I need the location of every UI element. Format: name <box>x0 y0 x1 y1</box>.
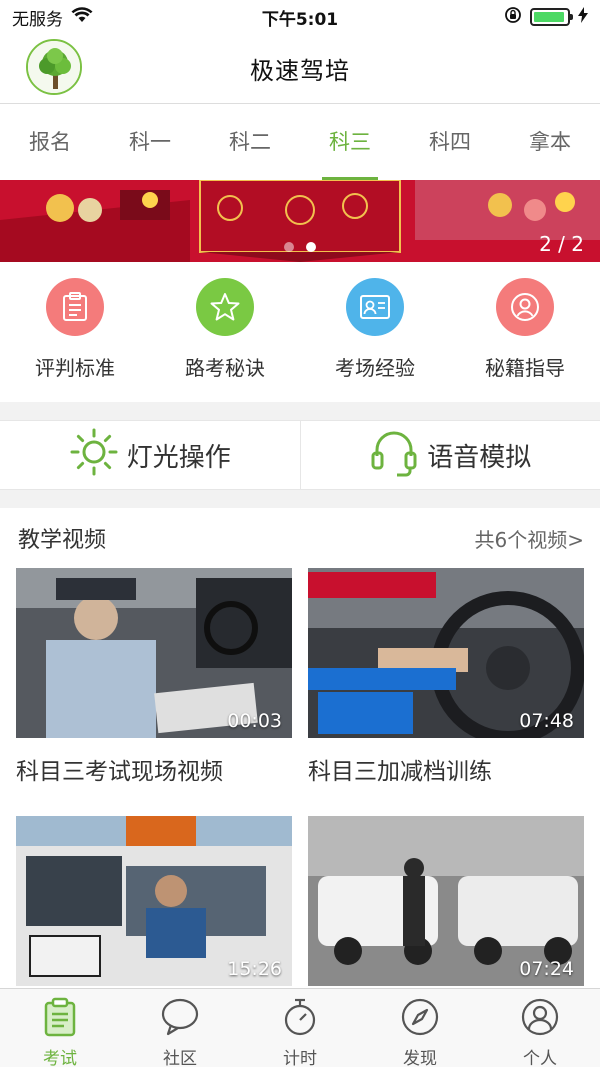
teaching-videos-section: 教学视频 共6个视频> 00:03 科目三考试现场视频 07:48 科目三加减档… <box>0 508 600 988</box>
video-duration: 00:03 <box>227 710 282 732</box>
practice-features: 灯光操作 语音模拟 <box>0 420 600 490</box>
video-duration: 07:24 <box>519 958 574 980</box>
nav-label: 社区 <box>163 1049 197 1067</box>
quick-action-judging-criteria[interactable]: 评判标准 <box>0 278 150 381</box>
stopwatch-icon <box>280 997 320 1042</box>
tab-subject-2[interactable]: 科二 <box>200 104 300 180</box>
tab-subject-3[interactable]: 科三 <box>300 104 400 180</box>
tab-subject-1[interactable]: 科一 <box>100 104 200 180</box>
video-thumbnail[interactable]: 07:24 <box>308 816 584 986</box>
chat-bubble-icon <box>160 997 200 1042</box>
page-title: 极速驾培 <box>250 57 350 85</box>
charging-icon <box>578 6 588 28</box>
banner-dot[interactable] <box>284 242 294 252</box>
banner-dot-active[interactable] <box>306 242 316 252</box>
quick-action-road-test-tips[interactable]: 路考秘诀 <box>150 278 300 381</box>
id-card-icon <box>346 278 404 336</box>
sun-icon <box>69 427 119 484</box>
quick-action-label: 路考秘诀 <box>185 356 265 380</box>
user-icon <box>496 278 554 336</box>
battery-icon <box>530 8 573 26</box>
more-videos-link[interactable]: 共6个视频> <box>475 524 584 553</box>
headset-icon <box>369 426 419 485</box>
quick-action-label: 评判标准 <box>35 356 115 380</box>
video-title[interactable]: 科目三加减档训练 <box>308 738 584 816</box>
nav-exam[interactable]: 考试 <box>0 989 120 1067</box>
quick-action-secret-guide[interactable]: 秘籍指导 <box>450 278 600 381</box>
carrier-label: 无服务 <box>12 9 63 30</box>
avatar[interactable] <box>26 39 82 95</box>
quick-action-test-site-experience[interactable]: 考场经验 <box>300 278 450 381</box>
tab-get-license[interactable]: 拿本 <box>500 104 600 180</box>
tab-signup[interactable]: 报名 <box>0 104 100 180</box>
quick-actions: 评判标准 路考秘诀 考场经验 秘籍指导 <box>0 262 600 402</box>
banner-counter: 2 / 2 <box>539 232 584 256</box>
nav-label: 考试 <box>43 1049 77 1067</box>
nav-discover[interactable]: 发现 <box>360 989 480 1067</box>
section-title: 教学视频 <box>18 528 107 553</box>
video-title[interactable]: 科目三考试现场视频 <box>16 738 292 816</box>
video-thumbnail[interactable]: 00:03 <box>16 568 292 738</box>
light-operation-button[interactable]: 灯光操作 <box>0 421 300 489</box>
bottom-navigation: 考试 社区 计时 发现 个人 <box>0 988 600 1067</box>
video-card[interactable]: 07:48 科目三加减档训练 <box>308 568 584 816</box>
promo-banner[interactable]: 2 / 2 <box>0 180 600 262</box>
tab-subject-4[interactable]: 科四 <box>400 104 500 180</box>
light-operation-label: 灯光操作 <box>126 442 231 473</box>
video-thumbnail[interactable]: 07:48 <box>308 568 584 738</box>
video-thumbnail[interactable]: 15:26 <box>16 816 292 986</box>
app-header: 极速驾培 <box>0 34 600 104</box>
clipboard-icon <box>46 278 104 336</box>
tree-logo-icon <box>28 41 80 93</box>
nav-label: 计时 <box>283 1049 317 1067</box>
video-duration: 15:26 <box>227 958 282 980</box>
subject-tabs: 报名 科一 科二 科三 科四 拿本 <box>0 104 600 180</box>
banner-pagination <box>0 242 600 252</box>
voice-simulation-label: 语音模拟 <box>427 442 532 473</box>
video-duration: 07:48 <box>519 710 574 732</box>
nav-community[interactable]: 社区 <box>120 989 240 1067</box>
voice-simulation-button[interactable]: 语音模拟 <box>299 421 600 489</box>
app-screen: 无服务 下午5:01 极速驾培 报名 科一 科二 科三 科四 拿本 2 / 2 … <box>0 0 600 1067</box>
nav-timer[interactable]: 计时 <box>240 989 360 1067</box>
nav-label: 发现 <box>403 1049 437 1067</box>
exam-icon <box>40 997 80 1042</box>
nav-label: 个人 <box>523 1049 557 1067</box>
video-card[interactable]: 00:03 科目三考试现场视频 <box>16 568 292 816</box>
compass-icon <box>400 997 440 1042</box>
status-bar: 无服务 下午5:01 <box>0 0 600 34</box>
wifi-icon <box>71 6 93 28</box>
nav-profile[interactable]: 个人 <box>480 989 600 1067</box>
quick-action-label: 考场经验 <box>335 356 415 380</box>
quick-action-label: 秘籍指导 <box>485 356 565 380</box>
orientation-lock-icon <box>504 6 522 29</box>
star-icon <box>196 278 254 336</box>
person-icon <box>520 997 560 1042</box>
